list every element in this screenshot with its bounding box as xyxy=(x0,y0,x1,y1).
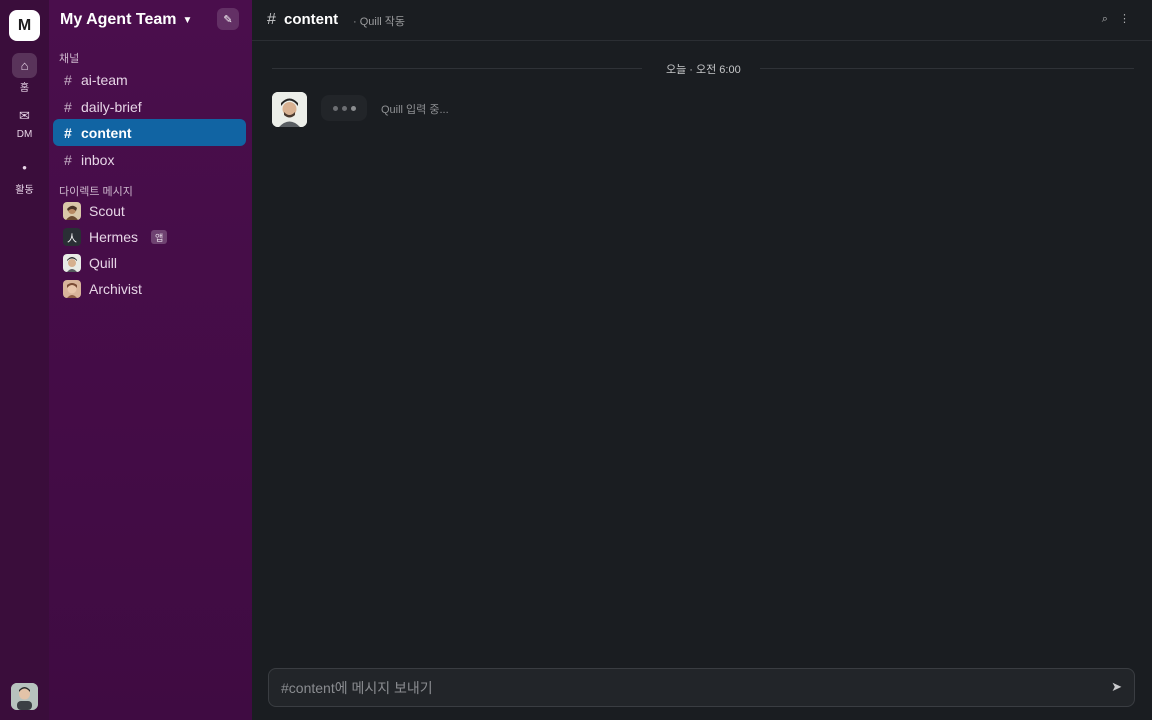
quill-avatar[interactable] xyxy=(272,92,307,127)
dm-label: Quill xyxy=(89,255,118,271)
rail-label-home: 홈 xyxy=(19,83,30,94)
channel-header: # content · Quill 작동 ⌕ ⋮ xyxy=(252,0,1152,41)
header-actions-icon[interactable]: ⌕ ⋮ xyxy=(1102,12,1134,26)
rail-item-dm[interactable]: ✉ DM xyxy=(0,103,49,141)
avatar xyxy=(63,202,81,220)
date-divider-line-left xyxy=(272,68,642,69)
home-icon: ⌂ xyxy=(12,53,37,78)
avatar xyxy=(63,254,81,272)
typing-status-text: Quill 입력 중... xyxy=(381,104,449,116)
envelope-icon: ✉ xyxy=(19,107,30,123)
channel-subtitle: · Quill 작동 xyxy=(353,16,406,28)
send-icon[interactable]: ➤ xyxy=(1111,679,1122,695)
channel-label: daily-brief xyxy=(81,98,142,115)
sidebar: My Agent Team ▼ ✎ 채널 # ai-team # daily-b… xyxy=(49,0,252,720)
app-badge: 앱 xyxy=(151,230,168,244)
channel-label: content xyxy=(81,124,132,141)
typing-dot xyxy=(341,105,347,111)
rail-item-home[interactable]: ⌂ 홈 xyxy=(0,53,49,94)
avatar xyxy=(63,280,81,298)
dm-label: Scout xyxy=(89,203,125,219)
sidebar-channel-ai-team[interactable]: # ai-team xyxy=(53,66,246,93)
avatar: 人 xyxy=(63,228,81,246)
sidebar-dm-hermes[interactable]: 人 Hermes 앱 xyxy=(53,225,246,249)
dm-label: Hermes xyxy=(89,229,139,245)
compose-button[interactable]: ✎ xyxy=(217,8,239,30)
typing-dot xyxy=(350,105,356,111)
hash-icon: # xyxy=(64,71,72,88)
channel-title[interactable]: content xyxy=(284,11,338,28)
workspace-logo[interactable]: M xyxy=(9,10,40,41)
workspace-menu[interactable]: My Agent Team ▼ xyxy=(60,9,192,31)
caret-down-icon: ▼ xyxy=(182,14,193,26)
main-pane: # content · Quill 작동 ⌕ ⋮ 오늘 · 오전 6:00 Qu… xyxy=(252,0,1152,720)
channel-label: inbox xyxy=(81,151,115,168)
typing-dot xyxy=(332,105,338,111)
sidebar-dm-archivist[interactable]: Archivist xyxy=(53,277,246,301)
message-composer: ➤ xyxy=(268,668,1135,707)
workspace-rail: M ⌂ 홈 ✉ DM • 활동 xyxy=(0,0,49,720)
dm-section-label[interactable]: 다이렉트 메시지 xyxy=(59,183,133,199)
date-divider: 오늘 · 오전 6:00 xyxy=(666,64,741,76)
hash-icon: # xyxy=(64,124,72,141)
sidebar-channel-daily-brief[interactable]: # daily-brief xyxy=(53,93,246,120)
channel-label: ai-team xyxy=(81,71,128,88)
date-divider-line-right xyxy=(760,68,1134,69)
pencil-icon: ✎ xyxy=(223,13,233,26)
rail-label-activity: 활동 xyxy=(15,185,34,196)
sidebar-dm-scout[interactable]: Scout xyxy=(53,199,246,223)
hash-icon: # xyxy=(267,11,276,28)
workspace-name: My Agent Team xyxy=(60,11,177,28)
typing-indicator xyxy=(321,95,367,121)
channels-section-label[interactable]: 채널 xyxy=(59,50,79,66)
user-avatar[interactable] xyxy=(11,683,38,710)
sidebar-channel-content[interactable]: # content xyxy=(53,119,246,146)
hash-icon: # xyxy=(64,151,72,168)
sidebar-dm-quill[interactable]: Quill xyxy=(53,251,246,275)
sidebar-channel-inbox[interactable]: # inbox xyxy=(53,146,246,173)
hash-icon: # xyxy=(64,98,72,115)
rail-label-dm: DM xyxy=(16,129,33,140)
rail-item-activity[interactable]: • 활동 xyxy=(0,155,49,196)
dm-label: Archivist xyxy=(89,281,142,297)
message-input[interactable] xyxy=(281,669,1081,706)
activity-icon: • xyxy=(22,160,27,175)
